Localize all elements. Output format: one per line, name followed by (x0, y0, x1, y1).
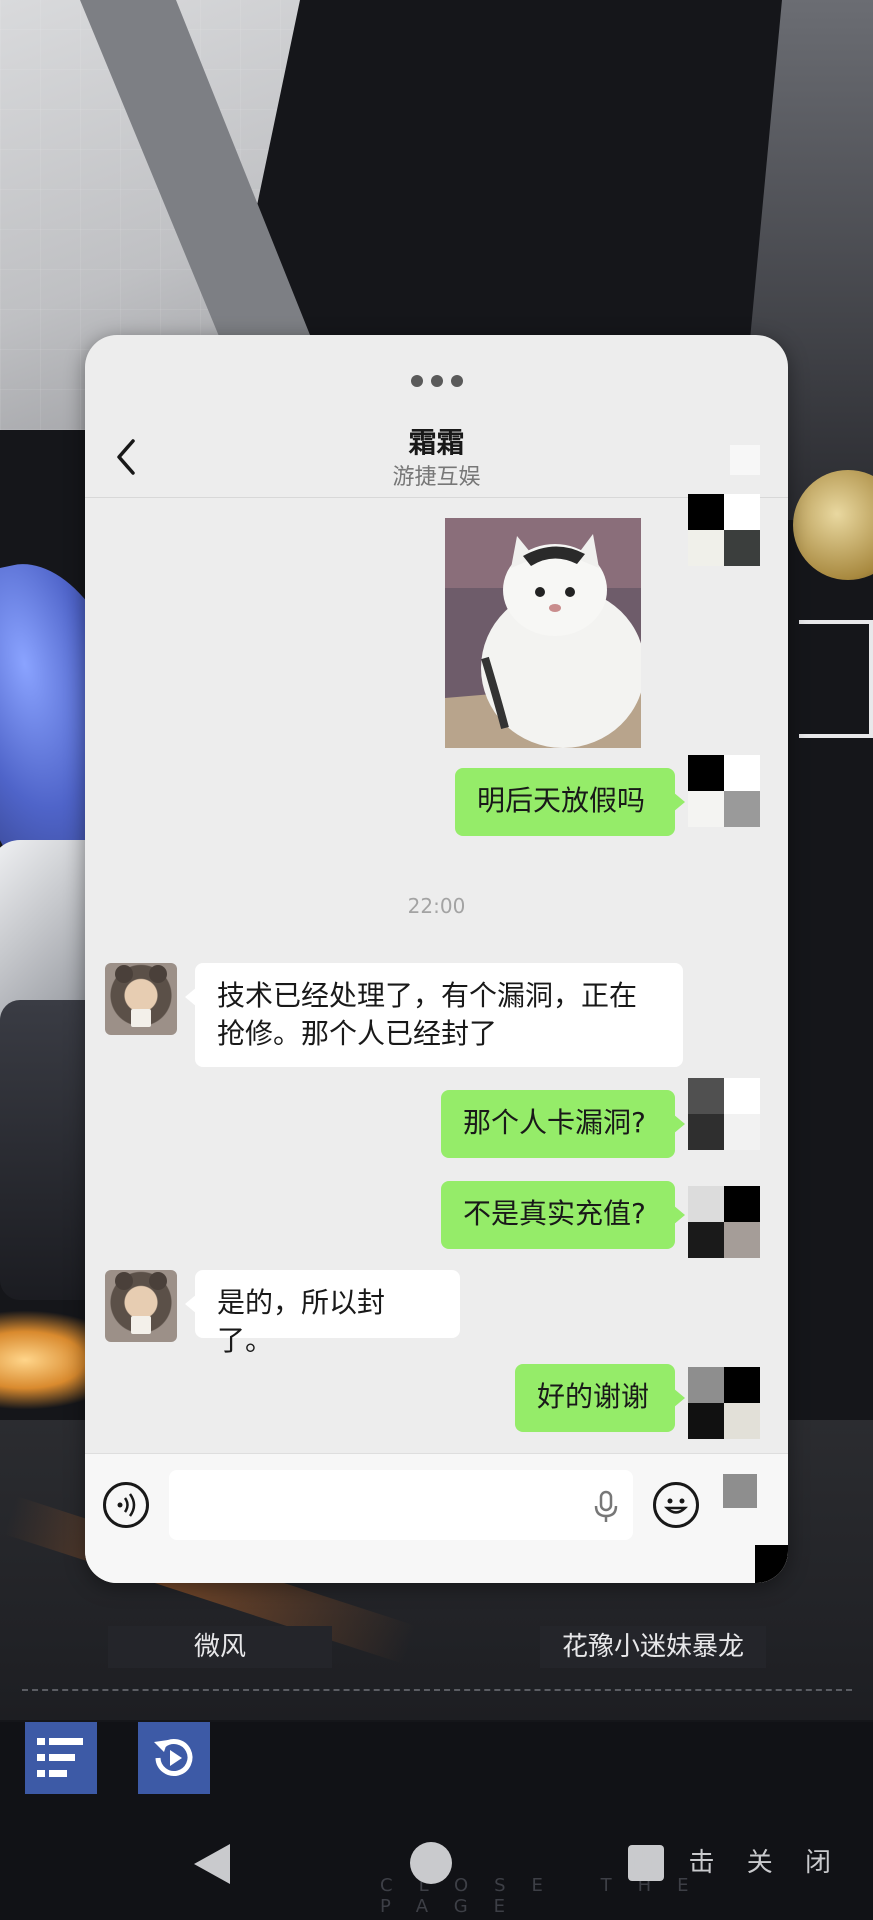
player-name-tag: 微风 (108, 1626, 332, 1668)
more-input-button[interactable] (723, 1474, 757, 1508)
voice-icon (117, 1493, 136, 1517)
chat-window: 霜霜 游捷互娱 明后天放假吗 22:00 技术已经处理了，有个漏洞，正在抢修。那… (85, 335, 788, 1583)
grip-dot (451, 375, 463, 387)
grip-dot (411, 375, 423, 387)
title-fragment (799, 620, 873, 738)
emoji-button[interactable] (653, 1482, 699, 1528)
message-bubble-outgoing[interactable]: 那个人卡漏洞? (441, 1090, 685, 1158)
sender-avatar[interactable] (688, 1367, 760, 1439)
contact-company: 游捷互娱 (392, 465, 481, 490)
sender-avatar[interactable] (688, 1078, 760, 1150)
sender-avatar[interactable] (688, 494, 760, 566)
message-list: 明后天放假吗 22:00 技术已经处理了，有个漏洞，正在抢修。那个人已经封了 那… (85, 494, 788, 1448)
grip-dot (431, 375, 443, 387)
message-bubble-incoming[interactable]: 是的，所以封了。 (185, 1270, 460, 1357)
contact-avatar[interactable] (105, 1270, 177, 1342)
divider (22, 1689, 852, 1691)
sender-avatar[interactable] (688, 755, 760, 827)
cat-sticker-image (445, 518, 683, 748)
nav-home-button[interactable] (410, 1842, 452, 1884)
contact-name: 霜霜 (408, 426, 465, 459)
list-icon (37, 1738, 83, 1777)
player-name-tag: 花豫小迷妹暴龙 (540, 1626, 766, 1668)
cat-sticker[interactable] (445, 518, 683, 748)
list-button[interactable] (25, 1722, 97, 1794)
nav-back-button[interactable] (194, 1844, 230, 1884)
message-bubble-outgoing[interactable]: 不是真实充值? (441, 1181, 685, 1249)
replay-icon (154, 1739, 193, 1776)
message-input[interactable] (169, 1470, 633, 1540)
chat-header: 霜霜 游捷互娱 (85, 415, 788, 498)
contact-avatar[interactable] (105, 963, 177, 1035)
window-grip[interactable] (411, 375, 463, 387)
microphone-icon[interactable] (593, 1490, 619, 1524)
message-bubble-outgoing[interactable]: 好的谢谢 (515, 1364, 685, 1432)
voice-button[interactable] (103, 1482, 149, 1528)
input-bar (85, 1453, 788, 1583)
close-hint[interactable]: 点 击 关 闭 (630, 1842, 843, 1879)
sender-avatar[interactable] (688, 1186, 760, 1258)
replay-button[interactable] (138, 1722, 210, 1794)
message-bubble-outgoing[interactable]: 明后天放假吗 (455, 768, 685, 836)
more-button[interactable] (730, 445, 760, 475)
message-timestamp: 22:00 (407, 894, 466, 918)
message-bubble-incoming[interactable]: 技术已经处理了，有个漏洞，正在抢修。那个人已经封了 (185, 963, 683, 1067)
emoji-icon (663, 1498, 689, 1514)
